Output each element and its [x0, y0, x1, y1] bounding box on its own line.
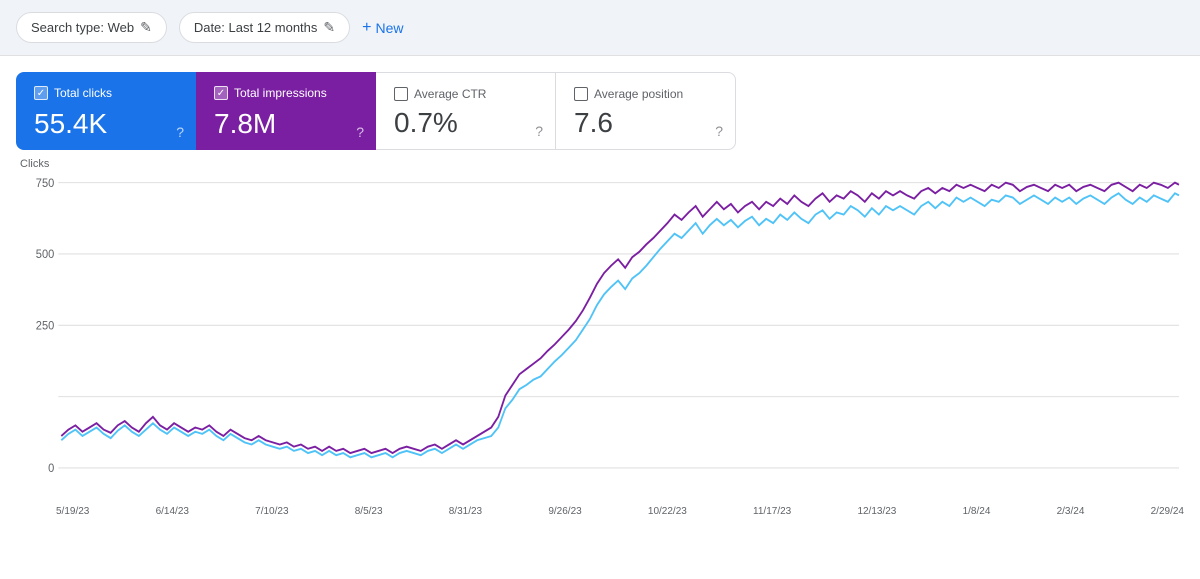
total-clicks-help-icon[interactable]: ? — [176, 124, 184, 140]
new-label: New — [375, 20, 403, 36]
plus-icon: + — [362, 19, 371, 37]
average-ctr-checkbox — [394, 87, 408, 101]
average-position-checkbox — [574, 87, 588, 101]
x-label-2: 7/10/23 — [255, 506, 288, 517]
average-ctr-value: 0.7% — [394, 109, 537, 137]
x-label-1: 6/14/23 — [156, 506, 189, 517]
metric-card-average-position[interactable]: Average position 7.6 ? — [556, 72, 736, 150]
x-label-4: 8/31/23 — [449, 506, 482, 517]
total-clicks-label: Total clicks — [54, 86, 112, 100]
chart-svg: 750 500 250 0 — [16, 172, 1184, 502]
average-ctr-label: Average CTR — [414, 87, 486, 101]
total-impressions-help-icon[interactable]: ? — [356, 124, 364, 140]
x-label-0: 5/19/23 — [56, 506, 89, 517]
total-impressions-label: Total impressions — [234, 86, 327, 100]
x-label-9: 1/8/24 — [963, 506, 991, 517]
metrics-row: ✓ Total clicks 55.4K ? ✓ Total impressio… — [16, 72, 1184, 150]
search-type-filter[interactable]: Search type: Web ✎ — [16, 12, 167, 43]
average-position-label: Average position — [594, 87, 683, 101]
x-label-11: 2/29/24 — [1151, 506, 1184, 517]
total-clicks-label-row: ✓ Total clicks — [34, 86, 178, 100]
x-axis-labels: 5/19/23 6/14/23 7/10/23 8/5/23 8/31/23 9… — [16, 502, 1184, 517]
x-label-6: 10/22/23 — [648, 506, 687, 517]
x-label-8: 12/13/23 — [857, 506, 896, 517]
x-label-5: 9/26/23 — [548, 506, 581, 517]
average-ctr-help-icon[interactable]: ? — [535, 123, 543, 139]
x-label-7: 11/17/23 — [753, 506, 791, 517]
chart-area: Clicks 750 500 250 0 5/19/23 6/14/23 7/1… — [0, 158, 1200, 517]
average-position-value: 7.6 — [574, 109, 717, 137]
x-label-10: 2/3/24 — [1057, 506, 1085, 517]
date-range-edit-icon: ✎ — [323, 19, 335, 36]
total-impressions-checkbox: ✓ — [214, 86, 228, 100]
svg-text:0: 0 — [48, 463, 54, 475]
chart-container: 750 500 250 0 — [16, 172, 1184, 502]
metric-card-average-ctr[interactable]: Average CTR 0.7% ? — [376, 72, 556, 150]
svg-text:250: 250 — [36, 320, 54, 332]
search-type-label: Search type: Web — [31, 20, 134, 35]
search-type-edit-icon: ✎ — [140, 19, 152, 36]
metric-card-total-clicks[interactable]: ✓ Total clicks 55.4K ? — [16, 72, 196, 150]
average-position-help-icon[interactable]: ? — [715, 123, 723, 139]
metric-card-total-impressions[interactable]: ✓ Total impressions 7.8M ? — [196, 72, 376, 150]
total-impressions-label-row: ✓ Total impressions — [214, 86, 358, 100]
svg-text:500: 500 — [36, 249, 54, 261]
date-range-label: Date: Last 12 months — [194, 20, 318, 35]
date-range-filter[interactable]: Date: Last 12 months ✎ — [179, 12, 350, 43]
average-position-label-row: Average position — [574, 87, 717, 101]
total-clicks-value: 55.4K — [34, 110, 178, 138]
new-button[interactable]: + New — [362, 19, 403, 37]
purple-line — [61, 183, 1179, 453]
svg-text:750: 750 — [36, 178, 54, 190]
x-label-3: 8/5/23 — [355, 506, 383, 517]
total-impressions-value: 7.8M — [214, 110, 358, 138]
average-ctr-label-row: Average CTR — [394, 87, 537, 101]
total-clicks-checkbox: ✓ — [34, 86, 48, 100]
top-bar: Search type: Web ✎ Date: Last 12 months … — [0, 0, 1200, 56]
y-axis-label: Clicks — [20, 158, 1184, 170]
